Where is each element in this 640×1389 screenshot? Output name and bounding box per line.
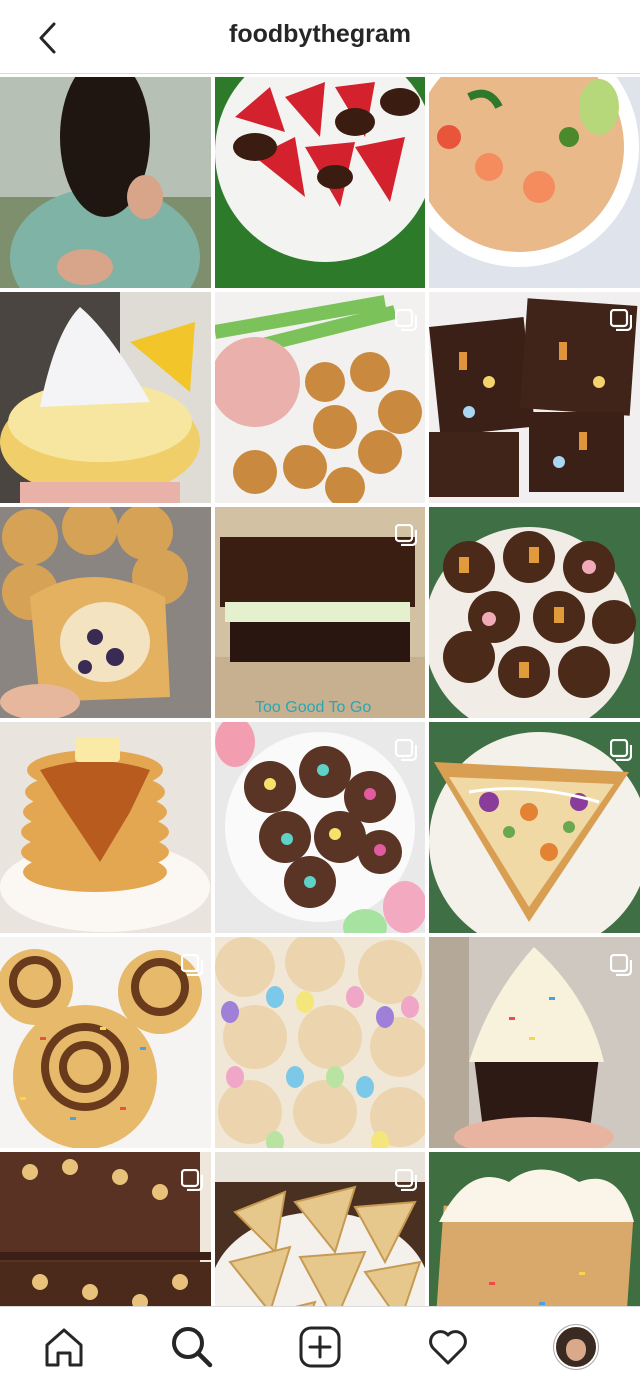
profile-avatar [554,1325,598,1369]
bottom-nav [0,1306,640,1386]
page-title: foodbythegram [229,20,411,48]
post-blueberry-muffins[interactable] [0,507,211,718]
post-peanut-butter-cups[interactable] [429,507,640,718]
multiple-posts-icon [610,954,632,976]
multiple-posts-icon [395,1169,417,1191]
nav-search[interactable] [166,1321,218,1373]
nav-profile[interactable] [550,1321,602,1373]
multiple-posts-icon [395,309,417,331]
new-post-icon [299,1326,341,1368]
post-woman-portrait[interactable] [0,77,211,288]
post-easter-brownies[interactable] [429,292,640,503]
post-cinnamon-rolls[interactable] [0,937,211,1148]
post-pizza-slice[interactable] [429,722,640,933]
search-icon [172,1327,213,1368]
svg-text:Too Good To Go: Too Good To Go [255,699,371,716]
post-chocolate-strawberries[interactable] [215,77,425,288]
home-icon [45,1328,83,1367]
multiple-posts-icon [610,309,632,331]
nav-new-post[interactable] [294,1321,346,1373]
multiple-posts-icon [395,524,417,546]
activity-heart-icon [429,1330,467,1365]
profile-header: foodbythegram [0,0,640,74]
multiple-posts-icon [181,1169,203,1191]
multiple-posts-icon [181,954,203,976]
post-easter-nests[interactable] [215,722,425,933]
post-chicken-nuggets-dip[interactable] [215,292,425,503]
post-funfetti-cookies[interactable] [215,937,425,1148]
post-mint-brownie-bar[interactable]: Too Good To Go [215,507,425,718]
post-shrimp-soup[interactable] [429,77,640,288]
nav-home[interactable] [38,1321,90,1373]
multiple-posts-icon [395,739,417,761]
nav-activity[interactable] [422,1321,474,1373]
post-grid: Too Good To Go [0,77,640,1389]
multiple-posts-icon [610,739,632,761]
post-frosted-cupcake[interactable] [429,937,640,1148]
post-waffle-stack[interactable] [0,722,211,933]
post-lemon-meringue-cupcake[interactable] [0,292,211,503]
